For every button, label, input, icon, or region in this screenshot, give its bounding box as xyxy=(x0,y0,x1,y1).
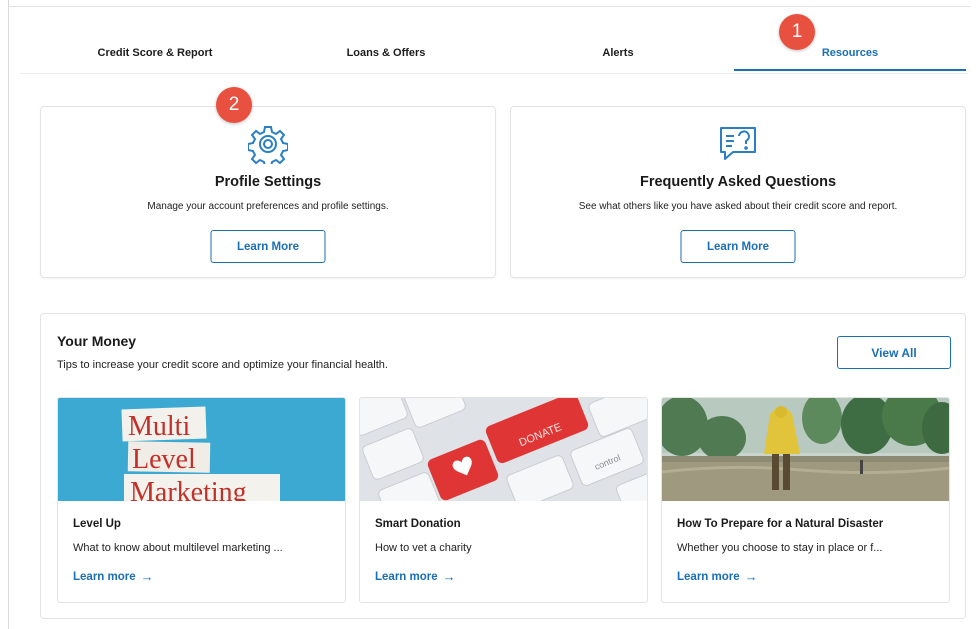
article-title: How To Prepare for a Natural Disaster xyxy=(677,518,884,530)
article-title: Level Up xyxy=(73,518,121,530)
your-money-section: Your Money Tips to increase your credit … xyxy=(40,313,966,619)
article-card-natural-disaster[interactable]: How To Prepare for a Natural Disaster Wh… xyxy=(661,397,950,603)
main-tabs: Credit Score & Report Loans & Offers Ale… xyxy=(20,34,968,74)
profile-settings-title: Profile Settings xyxy=(214,174,322,190)
step-badge-1: 1 xyxy=(779,14,815,50)
faq-learn-more-button[interactable]: Learn More xyxy=(680,230,796,263)
arrow-right-icon: → xyxy=(140,569,154,584)
article-card-smart-donation[interactable]: DONATE control Smart Donation How to vet… xyxy=(359,397,648,603)
your-money-subtitle: Tips to increase your credit score and o… xyxy=(57,359,388,371)
view-all-button[interactable]: View All xyxy=(837,336,951,369)
active-tab-indicator xyxy=(734,69,966,71)
article-title: Smart Donation xyxy=(375,518,461,530)
article-image-donate-keyboard: DONATE control xyxy=(360,398,647,501)
faq-card: Frequently Asked Questions See what othe… xyxy=(510,106,966,278)
learn-more-label: Learn more xyxy=(677,570,740,583)
image-word-2: Level xyxy=(132,444,196,475)
tab-alerts[interactable]: Alerts xyxy=(500,34,736,72)
image-word-3: Marketing xyxy=(130,477,247,501)
article-description: How to vet a charity xyxy=(375,542,472,554)
tab-loans-offers[interactable]: Loans & Offers xyxy=(270,34,502,72)
article-learn-more-link[interactable]: Learn more → xyxy=(677,569,758,584)
tab-credit-score-report[interactable]: Credit Score & Report xyxy=(20,34,290,72)
your-money-title: Your Money xyxy=(57,333,137,349)
profile-settings-card: Profile Settings Manage your account pre… xyxy=(40,106,496,278)
article-card-level-up[interactable]: Multi Level Marketing Level Up What to k… xyxy=(57,397,346,603)
article-description: Whether you choose to stay in place or f… xyxy=(677,542,883,554)
faq-description: See what others like you have asked abou… xyxy=(578,201,898,212)
image-word-1: Multi xyxy=(128,411,190,442)
arrow-right-icon: → xyxy=(442,569,456,584)
article-learn-more-link[interactable]: Learn more → xyxy=(375,569,456,584)
arrow-right-icon: → xyxy=(744,569,758,584)
step-badge-2: 2 xyxy=(216,87,252,123)
article-image-multilevel-marketing: Multi Level Marketing xyxy=(58,398,345,501)
article-image-flooded-road xyxy=(662,398,949,501)
tab-resources[interactable]: Resources xyxy=(734,34,966,72)
article-learn-more-link[interactable]: Learn more → xyxy=(73,569,154,584)
learn-more-label: Learn more xyxy=(375,570,438,583)
learn-more-label: Learn more xyxy=(73,570,136,583)
top-divider xyxy=(8,6,970,7)
profile-settings-description: Manage your account preferences and prof… xyxy=(147,201,389,212)
gear-icon xyxy=(247,124,289,164)
faq-title: Frequently Asked Questions xyxy=(639,174,837,190)
profile-settings-learn-more-button[interactable]: Learn More xyxy=(210,230,326,263)
article-description: What to know about multilevel marketing … xyxy=(73,542,283,554)
faq-chat-icon xyxy=(717,124,759,164)
